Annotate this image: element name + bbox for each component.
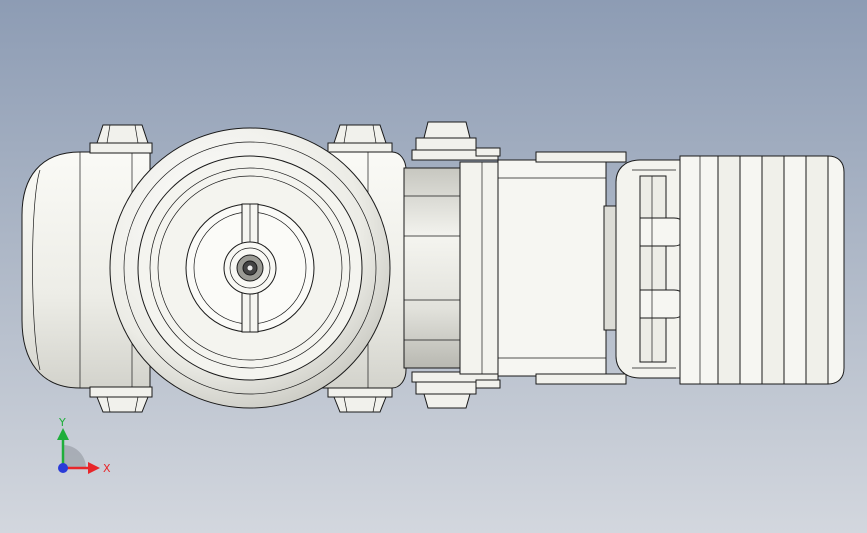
bolt-top-right [327, 124, 393, 154]
y-axis-arrow [57, 428, 69, 440]
bolt-barrel-top [411, 121, 501, 161]
x-axis-label: X [103, 462, 111, 475]
bracket-plate [459, 151, 627, 385]
wheel [109, 127, 391, 409]
z-axis-dot [58, 463, 68, 473]
axis-triad: Y X [57, 416, 111, 475]
bolt-bottom-left [89, 386, 153, 413]
cad-viewport[interactable]: Y X [0, 0, 867, 533]
pedal-tread [679, 155, 845, 385]
caster-wheel-top-view: Y X [21, 121, 845, 475]
y-axis-label: Y [58, 416, 66, 429]
bolt-top-left [89, 124, 153, 154]
swivel-barrel [403, 167, 463, 369]
x-axis-arrow [88, 462, 100, 474]
bolt-bottom-right [327, 386, 393, 413]
bolt-barrel-bottom [411, 371, 501, 409]
brake-pedal-loop [615, 159, 687, 379]
